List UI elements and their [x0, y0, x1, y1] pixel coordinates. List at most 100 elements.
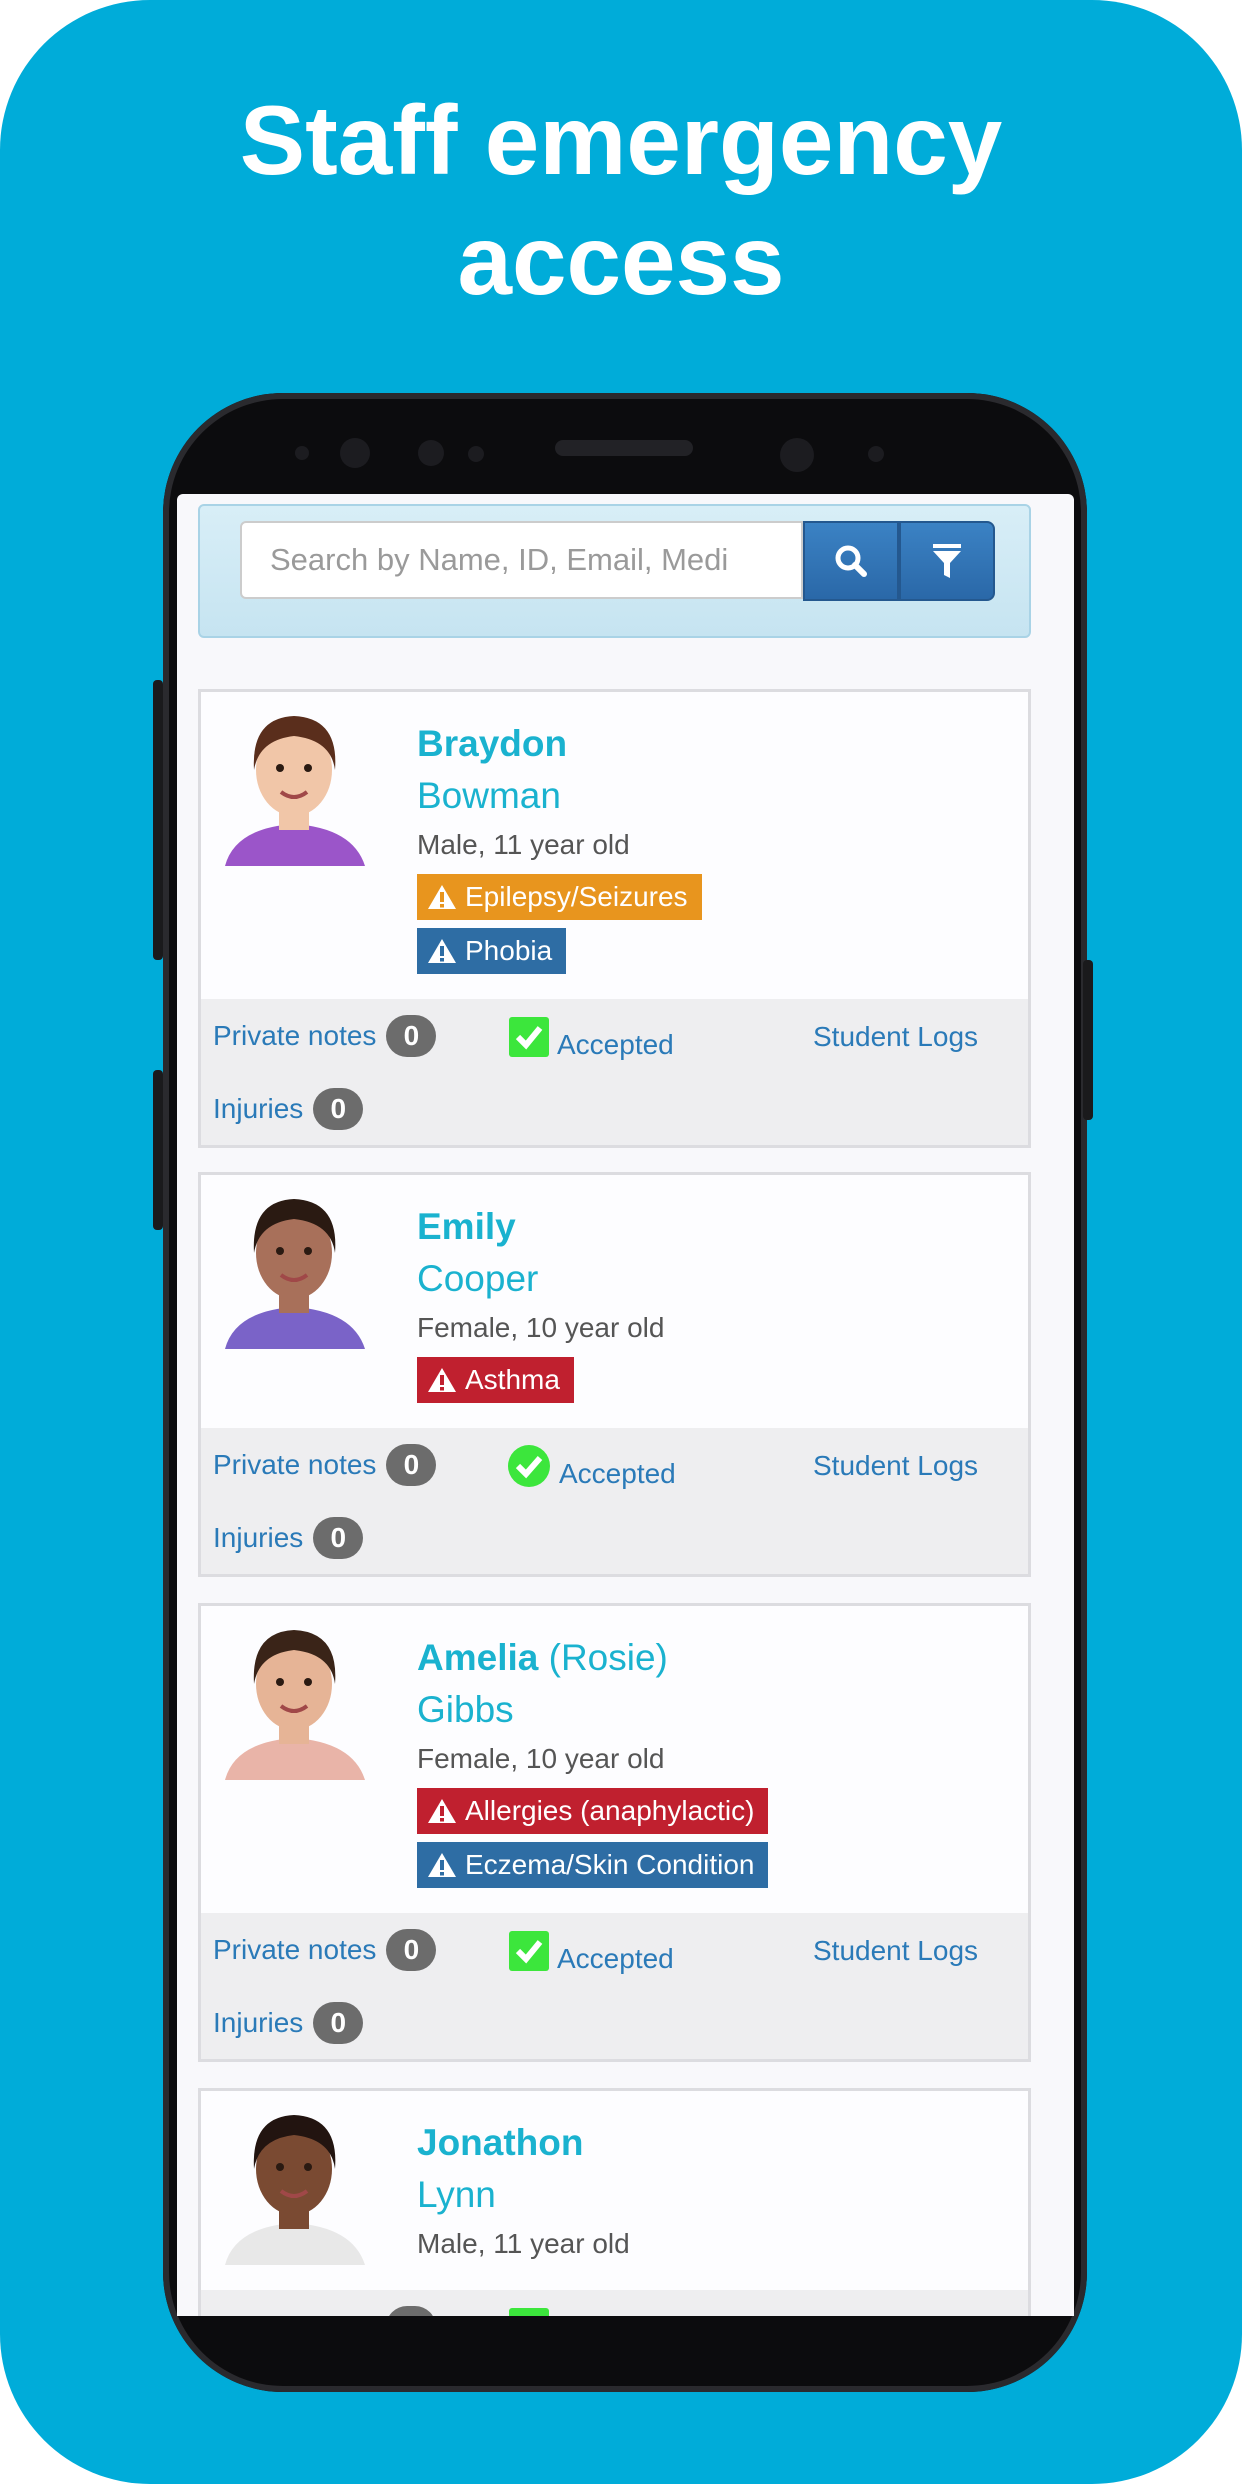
private-notes-link[interactable]: Private notes 0: [213, 1929, 437, 1971]
private-notes-count: 0: [386, 1015, 437, 1057]
student-info: Female, 10 year old: [417, 1312, 665, 1343]
injuries-count: 0: [313, 1088, 364, 1130]
search-button[interactable]: [803, 521, 899, 601]
student-logs-link[interactable]: Student Logs: [813, 2308, 978, 2316]
student-card[interactable]: Emily Cooper Female, 10 year old Asthma …: [198, 1172, 1031, 1577]
filter-icon: [933, 544, 961, 578]
student-logs-link[interactable]: Student Logs: [813, 1931, 978, 1971]
first-name-text: Amelia: [417, 1637, 539, 1678]
phone-sensor: [418, 440, 444, 466]
condition-label: Phobia: [465, 935, 553, 966]
student-info: Male, 11 year old: [417, 829, 630, 860]
first-name-text: Emily: [417, 1206, 516, 1247]
check-square-icon: [509, 2308, 549, 2316]
injuries-link[interactable]: Injuries 0: [213, 1517, 364, 1559]
student-logs-label: Student Logs: [813, 2312, 978, 2316]
private-notes-label: Private notes: [213, 1020, 377, 1051]
student-last-name[interactable]: Bowman: [417, 770, 1028, 822]
student-card-header: Jonathon Lynn Male, 11 year old: [201, 2091, 1028, 2290]
student-logs-link[interactable]: Student Logs: [813, 1017, 978, 1057]
warning-icon: [428, 939, 456, 963]
private-notes-link[interactable]: Private notes 0: [213, 1015, 437, 1057]
condition-badge[interactable]: Phobia: [417, 928, 567, 974]
warning-icon: [428, 885, 456, 909]
student-logs-label: Student Logs: [813, 1935, 979, 1966]
private-notes-count: 0: [386, 1444, 437, 1486]
phone-sensor: [868, 446, 884, 462]
headline: Staff emergency access: [0, 80, 1242, 320]
accepted-label: Accepted: [557, 1029, 674, 1060]
student-last-name[interactable]: Gibbs: [417, 1684, 1028, 1736]
condition-badge[interactable]: Eczema/Skin Condition: [417, 1842, 769, 1888]
student-card-footer: Private notes 0 Accepted Student Logs Inj…: [201, 1428, 1028, 1574]
warning-icon: [428, 1853, 456, 1877]
student-photo: [215, 700, 373, 866]
student-last-name[interactable]: Cooper: [417, 1253, 1028, 1305]
accepted-status: Accepted: [509, 2304, 674, 2316]
app-screen: Braydon Bowman Male, 11 year old Epileps…: [177, 494, 1074, 2316]
warning-icon: [428, 1368, 456, 1392]
student-photo: [215, 2099, 373, 2265]
phone-power-button: [1083, 960, 1093, 1120]
injuries-label: Injuries: [213, 1522, 304, 1553]
student-nickname: (Rosie): [548, 1637, 668, 1678]
check-square-icon: [509, 1017, 549, 1057]
injuries-label: Injuries: [213, 1093, 304, 1124]
student-last-name[interactable]: Lynn: [417, 2169, 1028, 2221]
phone-volume-button: [153, 680, 163, 960]
injuries-label: Injuries: [213, 2007, 304, 2038]
student-info: Female, 10 year old: [417, 1743, 665, 1774]
filter-button[interactable]: [899, 521, 995, 601]
first-name-text: Jonathon: [417, 2122, 584, 2163]
student-card-footer: Private notes0 Accepted Student Logs Inj…: [201, 1913, 1028, 2059]
private-notes-link[interactable]: Private notes 0: [213, 1444, 437, 1486]
search-input[interactable]: [240, 521, 803, 599]
accepted-label: Accepted: [559, 1458, 676, 1489]
condition-label: Asthma: [465, 1364, 560, 1395]
phone-sensor: [340, 438, 370, 468]
private-notes-label: Private notes: [213, 2311, 376, 2316]
phone-bixby-button: [153, 1070, 163, 1230]
condition-badge[interactable]: Asthma: [417, 1357, 574, 1403]
student-logs-label: Student Logs: [813, 1021, 979, 1052]
student-logs-label: Student Logs: [813, 1450, 979, 1481]
private-notes-count: 0: [386, 2306, 437, 2316]
student-photo: [215, 1614, 373, 1780]
check-square-icon: [509, 1931, 549, 1971]
student-card[interactable]: Braydon Bowman Male, 11 year old Epileps…: [198, 689, 1031, 1148]
private-notes-label: Private notes: [213, 1934, 377, 1965]
phone-speaker: [555, 440, 693, 456]
student-logs-link[interactable]: Student Logs: [813, 1446, 978, 1486]
private-notes-count: 0: [386, 1929, 437, 1971]
warning-icon: [428, 1799, 456, 1823]
student-card[interactable]: Jonathon Lynn Male, 11 year old Private …: [198, 2088, 1031, 2316]
student-photo: [215, 1183, 373, 1349]
check-circle-icon: [508, 1445, 550, 1487]
condition-label: Epilepsy/Seizures: [465, 881, 688, 912]
injuries-count: 0: [313, 2002, 364, 2044]
search-panel: [198, 504, 1031, 638]
injuries-link[interactable]: Injuries 0: [213, 1088, 364, 1130]
student-card-header: Amelia (Rosie) Gibbs Female, 10 year old…: [201, 1606, 1028, 1913]
student-card[interactable]: Amelia (Rosie) Gibbs Female, 10 year old…: [198, 1603, 1031, 2062]
private-notes-label: Private notes: [213, 1449, 377, 1480]
injuries-link[interactable]: Injuries 0: [213, 2002, 364, 2044]
headline-line-2: access: [457, 205, 785, 315]
front-camera: [780, 438, 814, 472]
student-first-name[interactable]: Braydon: [417, 718, 1028, 770]
student-card-footer: Private notes0 Accepted Student Logs Inj…: [201, 2290, 1028, 2316]
condition-badge[interactable]: Allergies (anaphylactic): [417, 1788, 769, 1834]
phone-sensor: [468, 446, 484, 462]
student-first-name[interactable]: Amelia (Rosie): [417, 1632, 1028, 1684]
first-name-text: Braydon: [417, 723, 568, 764]
private-notes-link[interactable]: Private notes 0: [213, 2306, 437, 2316]
condition-badge[interactable]: Epilepsy/Seizures: [417, 874, 702, 920]
phone-sensor: [295, 446, 309, 460]
headline-line-1: Staff emergency: [239, 85, 1003, 195]
student-first-name[interactable]: Emily: [417, 1201, 1028, 1253]
student-card-footer: Private notes 0 Accepted Student Logs Inj…: [201, 999, 1028, 1145]
condition-label: Eczema/Skin Condition: [465, 1849, 755, 1880]
accepted-status: Accepted: [509, 1013, 674, 1061]
injuries-count: 0: [313, 1517, 364, 1559]
student-first-name[interactable]: Jonathon: [417, 2117, 1028, 2169]
